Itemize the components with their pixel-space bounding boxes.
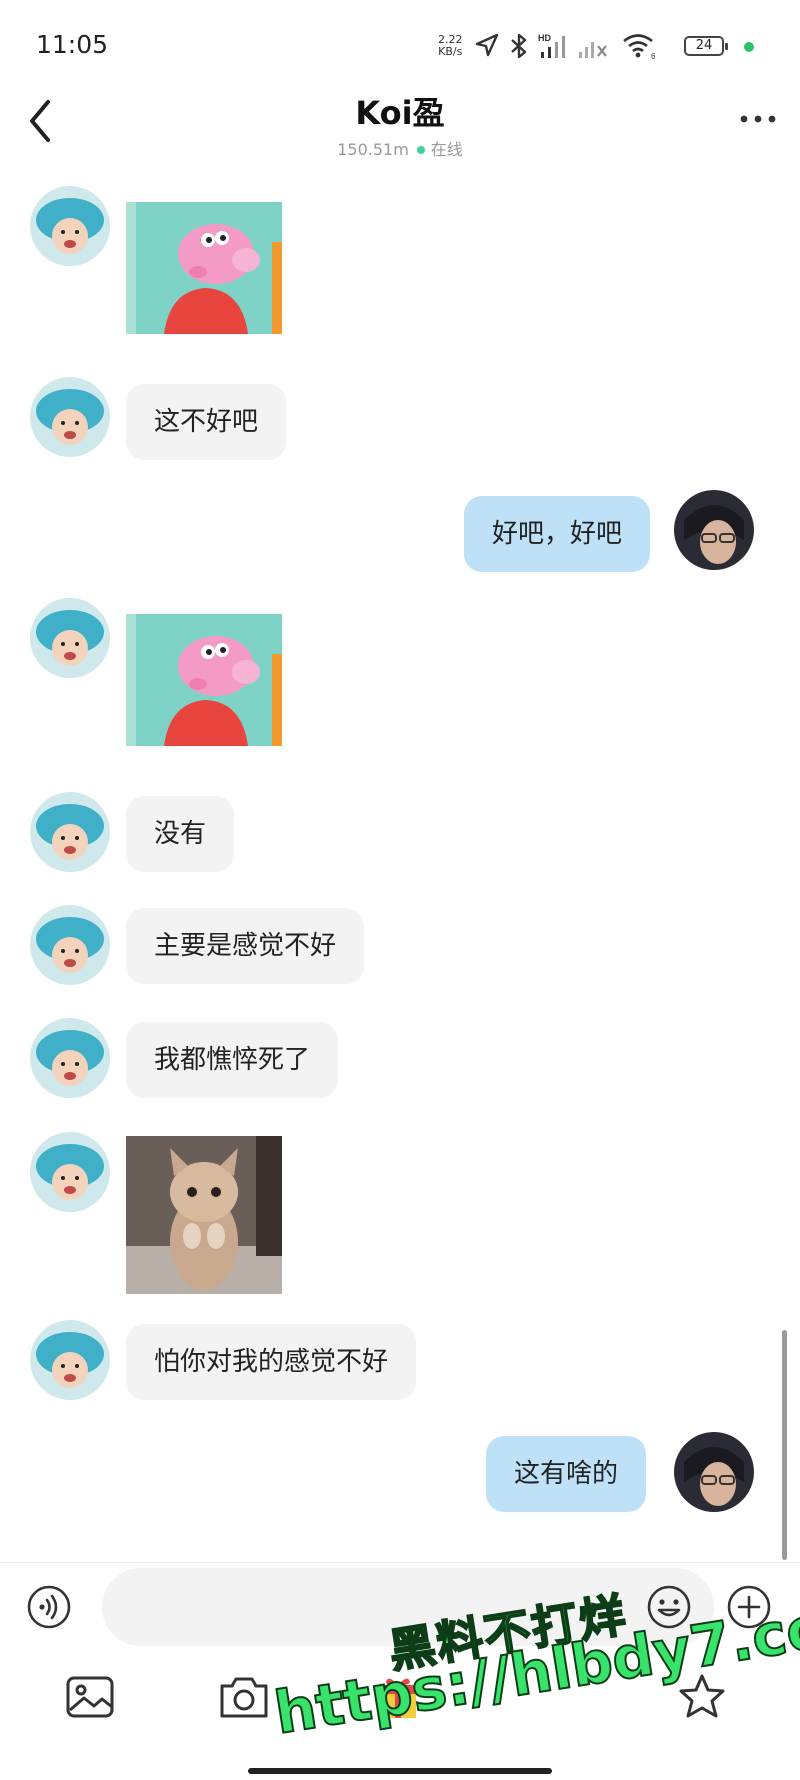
message-bubble-incoming[interactable]: 我都憔悴死了 <box>126 1022 339 1098</box>
chat-subtitle: 150.51m 在线 <box>0 136 800 160</box>
chat-title: Koi盈 <box>355 94 445 132</box>
message-bubble-incoming[interactable]: 这不好吧 <box>126 384 287 460</box>
more-menu-button[interactable] <box>738 104 778 134</box>
contact-avatar[interactable] <box>30 186 110 266</box>
contact-avatar[interactable] <box>30 1132 110 1212</box>
wifi-6-icon: 6 <box>623 34 656 60</box>
bluetooth-icon <box>511 33 527 59</box>
contact-avatar[interactable] <box>30 377 110 457</box>
network-rate-unit: KB/s <box>438 45 463 58</box>
contact-avatar[interactable] <box>30 1018 110 1098</box>
online-status: 在线 <box>430 140 463 159</box>
network-rate: 2.22 KB/s <box>438 34 463 58</box>
contact-avatar-image <box>30 598 110 678</box>
camera-icon[interactable] <box>218 1672 270 1722</box>
home-indicator[interactable] <box>248 1768 552 1774</box>
my-avatar[interactable] <box>674 490 754 570</box>
contact-avatar-image <box>30 377 110 457</box>
svg-text:HD: HD <box>538 33 551 43</box>
online-dot <box>416 145 425 154</box>
my-avatar-image <box>674 1432 754 1512</box>
contact-avatar-image <box>30 1132 110 1212</box>
image-icon[interactable] <box>64 1672 116 1722</box>
contact-avatar-image <box>30 186 110 266</box>
contact-avatar[interactable] <box>30 905 110 985</box>
contact-avatar-image <box>30 905 110 985</box>
my-avatar-image <box>674 490 754 570</box>
voice-icon[interactable] <box>26 1584 72 1630</box>
contact-avatar[interactable] <box>30 792 110 872</box>
location-arrow-icon <box>475 33 499 57</box>
kitten-sticker[interactable] <box>126 1136 282 1294</box>
hd-signal-icon: HD <box>538 33 565 58</box>
contact-avatar-image <box>30 792 110 872</box>
status-bar: 11:05 2.22 KB/s HD 6 24 <box>0 0 800 90</box>
privacy-indicator <box>744 42 754 52</box>
chat-scrollbar[interactable] <box>782 1330 787 1560</box>
distance-label: 150.51m <box>337 140 409 159</box>
contact-avatar[interactable] <box>30 1320 110 1400</box>
contact-avatar-image <box>30 1320 110 1400</box>
message-bubble-incoming[interactable]: 怕你对我的感觉不好 <box>126 1324 417 1400</box>
signal-no-service-icon <box>579 42 607 58</box>
message-bubble-outgoing[interactable]: 这有啥的 <box>486 1436 647 1512</box>
peppa-pig-sticker[interactable] <box>126 614 282 746</box>
battery-icon: 24 <box>684 36 728 56</box>
my-avatar[interactable] <box>674 1432 754 1512</box>
message-bubble-incoming[interactable]: 主要是感觉不好 <box>126 908 365 984</box>
status-time: 11:05 <box>36 30 109 59</box>
message-bubble-outgoing[interactable]: 好吧，好吧 <box>464 496 651 572</box>
contact-avatar-image <box>30 1018 110 1098</box>
peppa-pig-sticker[interactable] <box>126 202 282 334</box>
svg-text:6: 6 <box>651 52 656 60</box>
battery-level: 24 <box>695 38 713 53</box>
input-divider <box>0 1562 800 1563</box>
message-bubble-incoming[interactable]: 没有 <box>126 796 235 872</box>
contact-avatar[interactable] <box>30 598 110 678</box>
